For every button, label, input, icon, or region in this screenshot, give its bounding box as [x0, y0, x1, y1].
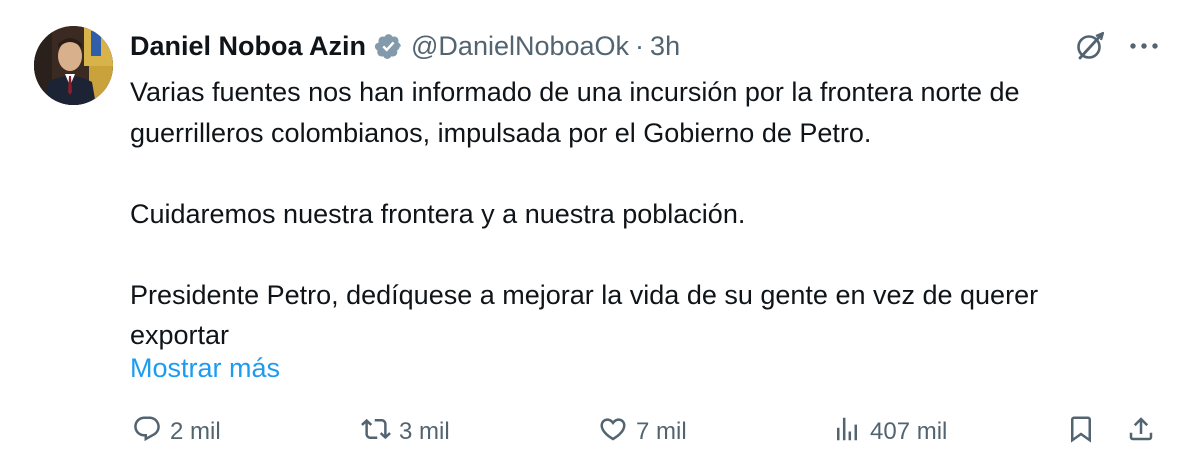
bookmark-icon: [1066, 414, 1096, 451]
tweet-time[interactable]: 3h: [650, 31, 680, 62]
repost-icon: [361, 414, 391, 451]
views-button[interactable]: 407 mil: [832, 414, 947, 450]
like-count: 7 mil: [636, 418, 687, 445]
reply-button[interactable]: 2 mil: [132, 414, 221, 450]
tweet-text: Varias fuentes nos han informado de una …: [130, 77, 1039, 350]
verified-badge-icon[interactable]: [374, 32, 403, 61]
avatar[interactable]: [34, 26, 113, 105]
share-icon: [1126, 414, 1156, 451]
grok-icon[interactable]: [1072, 28, 1108, 64]
share-button[interactable]: [1126, 414, 1156, 450]
show-more-link[interactable]: Mostrar más: [130, 350, 280, 386]
like-button[interactable]: 7 mil: [598, 414, 687, 450]
header-separator: ·: [635, 30, 645, 61]
author-name[interactable]: Daniel Noboa Azin: [130, 31, 366, 62]
repost-button[interactable]: 3 mil: [361, 414, 450, 450]
views-count: 407 mil: [870, 418, 948, 445]
bookmark-button[interactable]: [1066, 414, 1096, 450]
tweet-header: Daniel Noboa Azin @DanielNoboaOk · 3h: [130, 28, 680, 64]
heart-icon: [598, 414, 628, 451]
views-icon: [832, 414, 862, 451]
reply-count: 2 mil: [170, 418, 221, 445]
author-handle[interactable]: @DanielNoboaOk: [411, 31, 629, 62]
more-icon[interactable]: [1124, 28, 1164, 64]
tweet[interactable]: Daniel Noboa Azin @DanielNoboaOk · 3h Va…: [0, 0, 1200, 473]
repost-count: 3 mil: [399, 418, 450, 445]
reply-icon: [132, 414, 162, 451]
